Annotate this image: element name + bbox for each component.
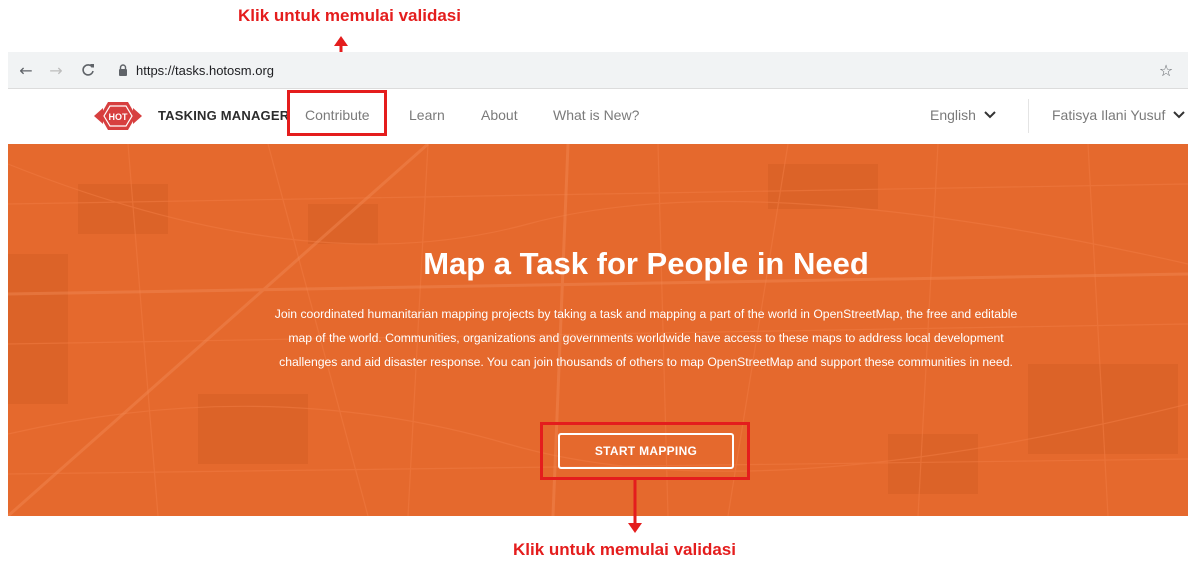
start-mapping-button[interactable]: START MAPPING	[558, 433, 734, 469]
hero-section: Map a Task for People in Need Join coord…	[8, 144, 1188, 516]
header-divider	[1028, 99, 1029, 133]
language-label: English	[930, 107, 976, 123]
back-arrow-icon[interactable]: ←	[14, 58, 38, 82]
language-select[interactable]: English	[930, 107, 996, 123]
logo-text: HOT	[109, 112, 129, 122]
nav-about[interactable]: About	[481, 107, 518, 123]
url-text: https://tasks.hotosm.org	[136, 62, 275, 78]
star-icon[interactable]: ☆	[1154, 58, 1178, 82]
address-bar[interactable]: https://tasks.hotosm.org	[118, 58, 1158, 82]
app-header: HOT TASKING MANAGER Contribute Learn Abo…	[8, 89, 1188, 144]
hero-description: Join coordinated humanitarian mapping pr…	[274, 307, 1018, 369]
brand-name[interactable]: TASKING MANAGER	[158, 108, 289, 123]
top-annotation-label: Klik untuk memulai validasi	[238, 6, 461, 25]
nav-what-is-new[interactable]: What is New?	[553, 107, 639, 123]
browser-toolbar: ← → https://tasks.hotosm.org ☆	[8, 52, 1188, 89]
chevron-down-icon	[1173, 111, 1186, 119]
user-name: Fatisya Ilani Yusuf	[1052, 107, 1166, 123]
forward-arrow-icon[interactable]: →	[44, 58, 68, 82]
lock-icon	[119, 64, 127, 76]
reload-icon[interactable]	[76, 58, 100, 82]
nav-learn[interactable]: Learn	[409, 107, 445, 123]
chevron-down-icon	[984, 111, 996, 119]
user-menu[interactable]: Fatisya Ilani Yusuf	[1052, 107, 1186, 123]
hot-logo-icon[interactable]: HOT	[94, 101, 142, 131]
nav-contribute[interactable]: Contribute	[305, 107, 370, 123]
hero-title: Map a Task for People in Need	[423, 246, 869, 281]
bottom-annotation-label: Klik untuk memulai validasi	[513, 540, 736, 559]
bottom-annotation-arrow-icon	[628, 480, 642, 533]
